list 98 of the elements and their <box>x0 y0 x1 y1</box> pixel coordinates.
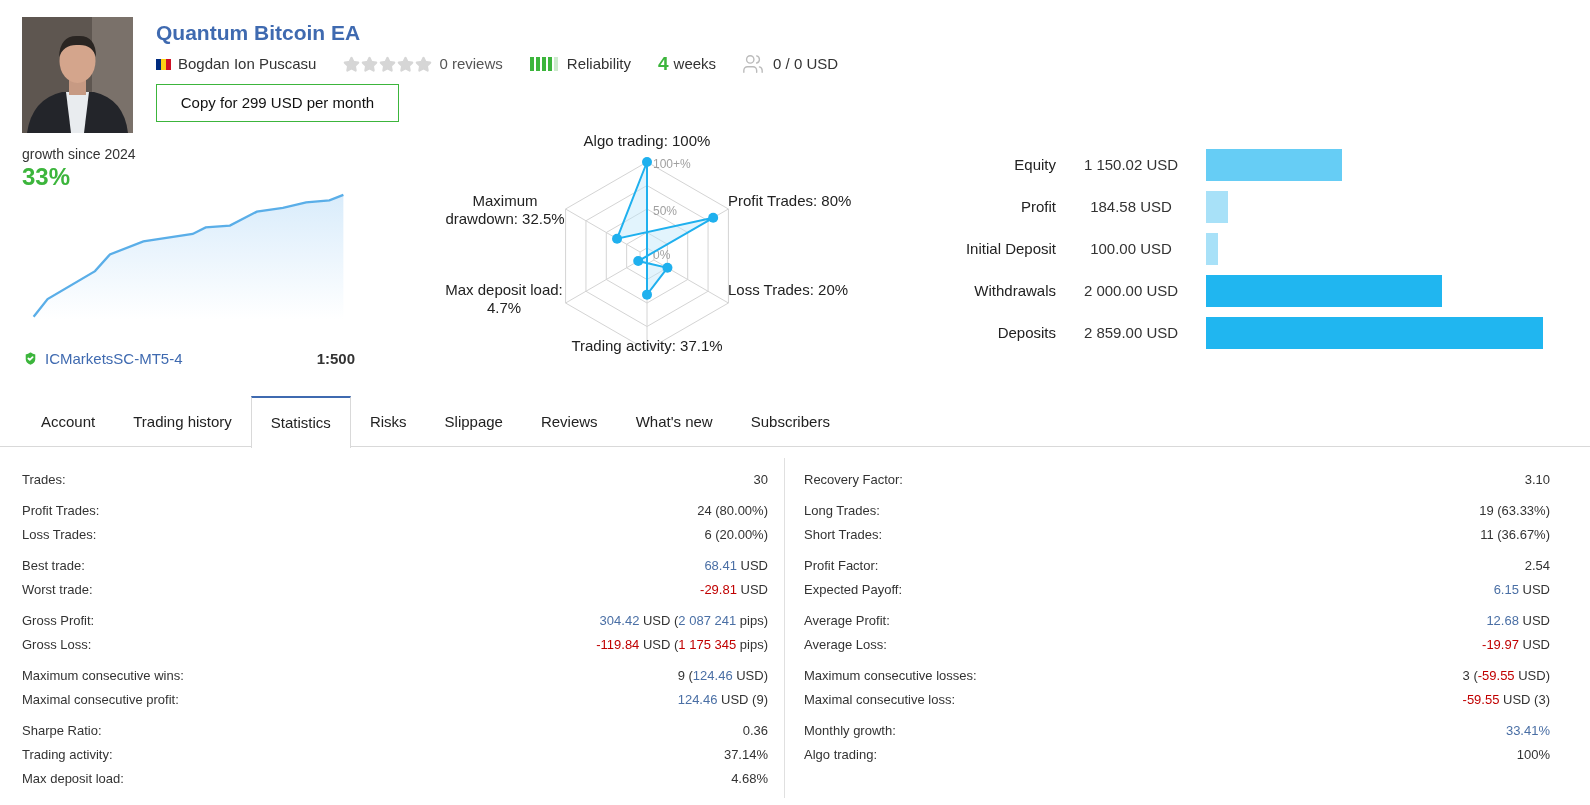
age-unit: weeks <box>673 53 717 74</box>
balance-value: 1 150.02 USD <box>1082 154 1180 175</box>
stat-label: Short Trades: <box>804 526 883 545</box>
stat-value: 4.68% <box>731 770 768 789</box>
stat-value: 304.42 USD (2 087 241 pips) <box>599 612 768 631</box>
radar-point <box>708 212 719 223</box>
stat-label: Average Loss: <box>804 636 887 655</box>
age-number: 4 <box>658 51 669 76</box>
star-icon <box>343 55 361 73</box>
stat-label: Long Trades: <box>804 502 880 521</box>
stat-value: 3.10 <box>1524 471 1550 490</box>
balance-label: Deposits <box>996 322 1056 343</box>
copy-button[interactable]: Copy for 299 USD per month <box>156 84 399 122</box>
stat-label: Worst trade: <box>22 581 93 600</box>
star-icon <box>397 55 415 73</box>
stat-value: 30 <box>753 471 768 490</box>
stat-label: Loss Trades: <box>22 526 97 545</box>
stat-value: -29.81 USD <box>700 581 768 600</box>
leverage-value: 1:500 <box>316 348 355 369</box>
stat-value: 19 (63.33%) <box>1479 502 1550 521</box>
stat-value: 2.54 <box>1524 557 1550 576</box>
radar-point <box>612 233 623 244</box>
stat-label: Trading activity: <box>22 746 113 765</box>
stat-label: Max deposit load: <box>22 770 124 789</box>
stat-label: Maximal consecutive loss: <box>804 691 955 710</box>
radar-axis-label: Algo trading: 100% <box>582 132 712 150</box>
star-icon <box>379 55 397 73</box>
flag-icon <box>156 58 171 70</box>
reliability-label: Reliability <box>566 53 631 74</box>
radar-tick-label: 50% <box>653 204 678 218</box>
stat-value: 9 (124.46 USD) <box>677 667 768 686</box>
tab[interactable]: Slippage <box>425 396 522 447</box>
balance-label: Initial Deposit <box>964 238 1056 259</box>
stat-label: Gross Profit: <box>22 612 95 631</box>
radar-tick-label: 100+% <box>653 157 691 171</box>
stat-value: 24 (80.00%) <box>697 502 768 521</box>
stat-value: 124.46 USD (9) <box>677 691 768 710</box>
stat-value: -19.97 USD <box>1482 636 1550 655</box>
radar-axis-label: Profit Trades: 80% <box>728 192 853 210</box>
stat-label: Maximal consecutive profit: <box>22 691 179 710</box>
growth-caption: growth since 2024 <box>22 146 137 163</box>
stat-label: Algo trading: <box>804 746 877 765</box>
growth-value: 33% <box>22 163 71 191</box>
stat-value: 33.41% <box>1505 722 1550 741</box>
tab[interactable]: Risks <box>350 396 426 447</box>
author-link[interactable]: Bogdan Ion Puscasu <box>178 52 317 76</box>
stat-value: 3 (-59.55 USD) <box>1462 667 1550 686</box>
radar-axis-label: Loss Trades: 20% <box>728 281 850 299</box>
stat-label: Profit Trades: <box>22 502 100 521</box>
stat-value: 12.68 USD <box>1486 612 1550 631</box>
stat-label: Maximum consecutive wins: <box>22 667 184 686</box>
balance-label: Withdrawals <box>973 280 1056 301</box>
balance-value: 2 000.00 USD <box>1082 280 1180 301</box>
stat-value: 37.14% <box>723 746 768 765</box>
radar-axis-label: Maximum drawdown: 32.5% <box>444 192 566 228</box>
stat-value: 100% <box>1516 746 1550 765</box>
balance-value: 2 859.00 USD <box>1082 322 1180 343</box>
stat-label: Gross Loss: <box>22 636 92 655</box>
radar-axis-label: Max deposit load: 4.7% <box>444 281 564 317</box>
radar-axis-label: Trading activity: 37.1% <box>570 337 724 355</box>
subscribers-icon <box>742 53 765 75</box>
tab[interactable]: Trading history <box>114 396 251 447</box>
subscribers-count: 0 / 0 USD <box>773 53 839 74</box>
stat-value: -119.84 USD (1 175 345 pips) <box>596 636 768 655</box>
stat-value: 6 (20.00%) <box>704 526 768 545</box>
tab[interactable]: Statistics <box>250 396 351 448</box>
stat-label: Recovery Factor: <box>804 471 903 490</box>
balance-label: Equity <box>1013 154 1056 175</box>
stat-value: 6.15 USD <box>1493 581 1550 600</box>
star-icon <box>361 55 379 73</box>
tab[interactable]: Account <box>22 396 115 447</box>
balance-value: 100.00 USD <box>1089 238 1173 259</box>
stat-value: 0.36 <box>742 722 768 741</box>
tab[interactable]: What's new <box>616 396 732 447</box>
stat-label: Maximum consecutive losses: <box>804 667 977 686</box>
balance-value: 184.58 USD <box>1089 196 1173 217</box>
stat-label: Expected Payoff: <box>804 581 903 600</box>
radar-point <box>642 157 652 167</box>
tab[interactable]: Reviews <box>521 396 617 447</box>
tab[interactable]: Subscribers <box>731 396 849 447</box>
stat-value: -59.55 USD (3) <box>1462 691 1550 710</box>
radar-point <box>633 256 644 267</box>
stat-label: Profit Factor: <box>804 557 879 576</box>
stat-value: 68.41 USD <box>704 557 768 576</box>
reviews-count: 0 reviews <box>439 53 503 74</box>
stat-label: Average Profit: <box>804 612 890 631</box>
stat-value: 11 (36.67%) <box>1480 526 1550 545</box>
stat-label: Trades: <box>22 471 66 490</box>
stat-label: Sharpe Ratio: <box>22 722 102 741</box>
balance-label: Profit <box>1020 196 1056 217</box>
verified-shield-icon <box>22 350 39 368</box>
radar-point <box>642 289 652 300</box>
radar-point <box>662 262 673 273</box>
page-title: Quantum Bitcoin EA <box>156 20 361 46</box>
stat-label: Monthly growth: <box>804 722 896 741</box>
stat-label: Best trade: <box>22 557 85 576</box>
broker-link[interactable]: ICMarketsSC-MT5-4 <box>45 347 183 370</box>
star-icon <box>415 55 433 73</box>
